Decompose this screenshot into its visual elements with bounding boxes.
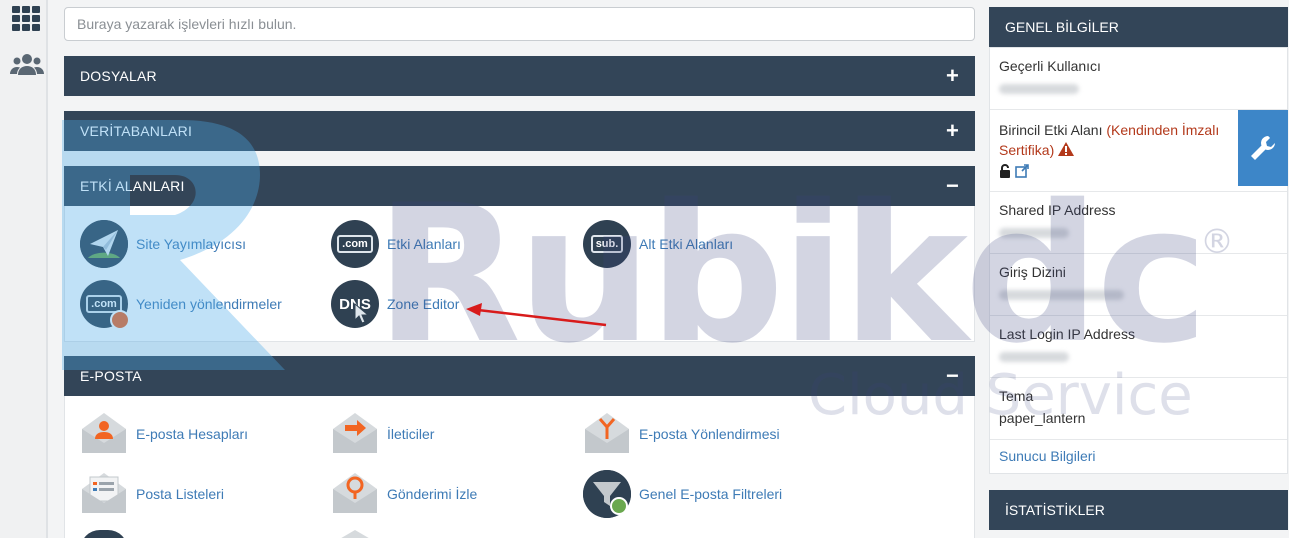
primary-domain-row: Birincil Etki Alanı (Kendinden İmzalı Se… bbox=[990, 110, 1288, 192]
track-delivery-link[interactable]: Gönderimi İzle bbox=[331, 470, 477, 518]
external-link-icon[interactable] bbox=[1015, 164, 1029, 181]
theme-value: paper_lantern bbox=[999, 410, 1086, 426]
domains-link[interactable]: .com Etki Alanları bbox=[331, 220, 461, 268]
envelope-pin-icon bbox=[331, 469, 379, 520]
section-header-files[interactable]: DOSYALAR + bbox=[64, 56, 975, 96]
item-label: Gönderimi İzle bbox=[387, 486, 478, 502]
primary-domain-label: Birincil Etki Alanı bbox=[999, 122, 1103, 138]
zone-editor-link[interactable]: DNS Zone Editor bbox=[331, 280, 459, 328]
email-accounts-link[interactable]: E-posta Hesapları bbox=[80, 410, 248, 458]
current-user-label: Geçerli Kullanıcı bbox=[999, 58, 1101, 74]
section-title: E-POSTA bbox=[80, 368, 142, 384]
global-filters-link[interactable]: Genel E-posta Filtreleri bbox=[583, 470, 782, 518]
envelope-route-icon bbox=[583, 409, 631, 460]
unlock-icon bbox=[999, 164, 1011, 181]
partial-icon bbox=[80, 530, 128, 538]
general-info-body: Geçerli Kullanıcı Birincil Etki Alanı (K… bbox=[989, 47, 1288, 474]
section-title: DOSYALAR bbox=[80, 68, 157, 84]
server-info-link[interactable]: Sunucu Bilgileri bbox=[999, 448, 1096, 464]
redacted-value bbox=[999, 290, 1124, 300]
statistics-header: İSTATİSTİKLER bbox=[989, 490, 1288, 530]
warning-triangle-icon bbox=[1058, 142, 1075, 158]
section-body-email: E-posta Hesapları İleticiler E-posta Yön… bbox=[64, 396, 975, 538]
server-info-row: Sunucu Bilgileri bbox=[990, 440, 1287, 474]
redacted-value bbox=[999, 84, 1079, 94]
item-label: E-posta Hesapları bbox=[136, 426, 249, 442]
item-label: Yeniden yönlendirmeler bbox=[136, 296, 282, 312]
mailing-lists-link[interactable]: Posta Listeleri bbox=[80, 470, 224, 518]
collapse-icon[interactable]: − bbox=[946, 175, 959, 197]
collapse-icon[interactable]: − bbox=[946, 365, 959, 387]
theme-row: Tema paper_lantern bbox=[990, 378, 1287, 440]
redacted-value bbox=[999, 228, 1069, 238]
subdomains-link[interactable]: sub. Alt Etki Alanları bbox=[583, 220, 733, 268]
item-label: İleticiler bbox=[387, 426, 435, 442]
general-info-header: GENEL BİLGİLER bbox=[989, 7, 1288, 47]
search-input[interactable] bbox=[64, 7, 975, 41]
site-publisher-link[interactable]: Site Yayımlayıcısı bbox=[80, 220, 246, 268]
theme-label: Tema bbox=[999, 388, 1034, 404]
section-header-databases[interactable]: VERİTABANLARI + bbox=[64, 111, 975, 151]
filter-globe-icon bbox=[583, 470, 631, 518]
item-label: Etki Alanları bbox=[387, 236, 461, 252]
home-dir-row: Giriş Dizini bbox=[990, 254, 1287, 316]
envelope-user-icon bbox=[80, 409, 128, 460]
expand-icon[interactable]: + bbox=[946, 65, 959, 87]
subdomain-icon: sub. bbox=[583, 220, 631, 268]
shared-ip-row: Shared IP Address bbox=[990, 192, 1287, 254]
wrench-button[interactable] bbox=[1238, 110, 1288, 186]
envelope-list-icon bbox=[80, 469, 128, 520]
section-title: VERİTABANLARI bbox=[80, 123, 193, 139]
section-header-domains[interactable]: ETKİ ALANLARI − bbox=[64, 166, 975, 206]
last-login-label: Last Login IP Address bbox=[999, 326, 1135, 342]
users-icon[interactable] bbox=[10, 50, 44, 80]
current-user-row: Geçerli Kullanıcı bbox=[990, 48, 1287, 110]
forwarders-link[interactable]: İleticiler bbox=[331, 410, 434, 458]
item-label: Site Yayımlayıcısı bbox=[136, 236, 246, 252]
home-dir-label: Giriş Dizini bbox=[999, 264, 1066, 280]
left-rail bbox=[0, 0, 48, 538]
envelope-arrow-icon bbox=[331, 409, 379, 460]
item-label: E-posta Yönlendirmesi bbox=[639, 426, 780, 442]
wrench-icon bbox=[1251, 136, 1275, 160]
section-header-email[interactable]: E-POSTA − bbox=[64, 356, 975, 396]
item-label: Zone Editor bbox=[387, 296, 460, 312]
redirect-icon: .com bbox=[80, 280, 130, 330]
item-label: Posta Listeleri bbox=[136, 486, 224, 502]
section-body-domains: Site Yayımlayıcısı .com Etki Alanları su… bbox=[64, 206, 975, 342]
redacted-value bbox=[999, 352, 1069, 362]
apps-grid-icon[interactable] bbox=[10, 4, 42, 34]
paper-plane-icon bbox=[80, 220, 128, 268]
dns-icon: DNS bbox=[331, 280, 379, 328]
item-label: Alt Etki Alanları bbox=[639, 236, 734, 252]
partial-icon bbox=[331, 530, 379, 538]
item-label: Genel E-posta Filtreleri bbox=[639, 486, 783, 502]
shared-ip-label: Shared IP Address bbox=[999, 202, 1116, 218]
redirects-link[interactable]: .com Yeniden yönlendirmeler bbox=[80, 280, 282, 330]
dotcom-icon: .com bbox=[331, 220, 379, 268]
last-login-row: Last Login IP Address bbox=[990, 316, 1287, 378]
expand-icon[interactable]: + bbox=[946, 120, 959, 142]
section-title: ETKİ ALANLARI bbox=[80, 178, 185, 194]
email-routing-link[interactable]: E-posta Yönlendirmesi bbox=[583, 410, 780, 458]
